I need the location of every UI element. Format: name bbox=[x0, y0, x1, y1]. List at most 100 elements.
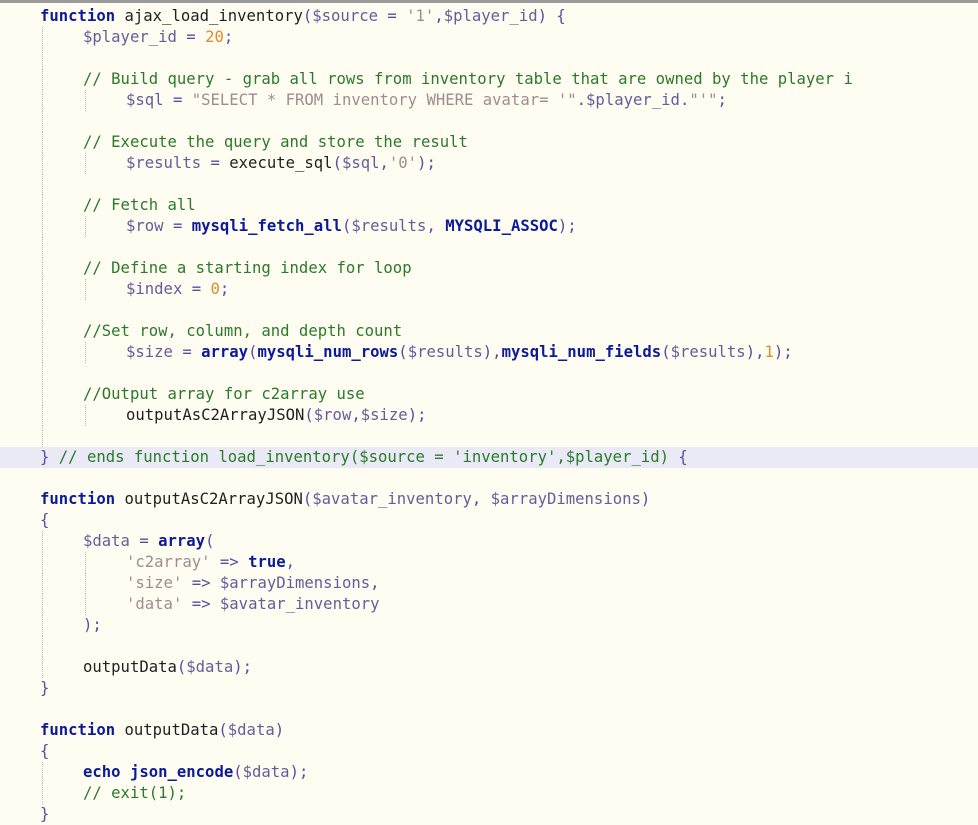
code-text: //Output array for c2array use bbox=[83, 384, 365, 405]
code-line[interactable] bbox=[0, 468, 978, 489]
indent-guide bbox=[42, 573, 43, 594]
code-line[interactable]: function outputAsC2ArrayJSON($avatar_inv… bbox=[0, 489, 978, 510]
code-token: $size bbox=[360, 406, 408, 424]
code-text: ); bbox=[83, 615, 102, 636]
indent-guide bbox=[42, 384, 43, 405]
code-line[interactable]: $index = 0; bbox=[0, 279, 978, 300]
indent-guide bbox=[42, 69, 43, 90]
code-token: ) bbox=[274, 721, 285, 739]
code-line[interactable] bbox=[0, 111, 978, 132]
code-line[interactable]: $size = array(mysqli_num_rows($results),… bbox=[0, 342, 978, 363]
indent-guide bbox=[42, 615, 43, 636]
code-token: ( bbox=[661, 343, 671, 361]
indent-guide bbox=[42, 48, 43, 69]
code-line[interactable]: function outputData($data) bbox=[0, 720, 978, 741]
code-text: { bbox=[40, 741, 49, 762]
code-text: $results = execute_sql($sql,'0'); bbox=[126, 153, 436, 174]
code-token: ( bbox=[176, 658, 187, 676]
code-text: // exit(1); bbox=[83, 783, 186, 804]
indent-guide bbox=[42, 258, 43, 279]
code-token: // Execute the query and store the resul… bbox=[83, 133, 468, 151]
code-token: array bbox=[201, 343, 249, 361]
code-token: 0 bbox=[210, 280, 220, 298]
code-line[interactable]: // Fetch all bbox=[0, 195, 978, 216]
code-line[interactable]: 'data' => $avatar_inventory bbox=[0, 594, 978, 615]
code-line[interactable] bbox=[0, 699, 978, 720]
code-editor[interactable]: function ajax_load_inventory($source = '… bbox=[0, 6, 978, 823]
code-text: $sql = "SELECT * FROM inventory WHERE av… bbox=[126, 90, 727, 111]
code-line[interactable] bbox=[0, 237, 978, 258]
indent-guide bbox=[42, 216, 43, 237]
code-text: // Execute the query and store the resul… bbox=[83, 132, 468, 153]
code-line[interactable] bbox=[0, 636, 978, 657]
code-line[interactable]: $sql = "SELECT * FROM inventory WHERE av… bbox=[0, 90, 978, 111]
code-line[interactable]: $player_id = 20; bbox=[0, 27, 978, 48]
indent-guide bbox=[42, 405, 43, 426]
code-line[interactable]: //Set row, column, and depth count bbox=[0, 321, 978, 342]
code-line[interactable]: // Execute the query and store the resul… bbox=[0, 132, 978, 153]
code-token: = bbox=[377, 7, 407, 25]
code-line[interactable]: outputAsC2ArrayJSON($row,$size); bbox=[0, 405, 978, 426]
code-token: = bbox=[163, 91, 192, 109]
indent-guide bbox=[85, 552, 86, 573]
code-token: ) { bbox=[537, 7, 566, 25]
code-token: // Fetch all bbox=[83, 196, 196, 214]
code-token: mysqli_fetch_all bbox=[191, 217, 342, 235]
code-token: $player_id bbox=[83, 28, 177, 46]
code-line[interactable]: // Build query - grab all rows from inve… bbox=[0, 69, 978, 90]
code-token: $data bbox=[227, 721, 275, 739]
code-line[interactable]: } bbox=[0, 804, 978, 825]
code-token: json_encode bbox=[129, 763, 234, 781]
code-line[interactable]: } // ends function load_inventory($sourc… bbox=[0, 447, 978, 468]
code-line[interactable]: 'c2array' => true, bbox=[0, 552, 978, 573]
indent-guide bbox=[42, 174, 43, 195]
code-line[interactable]: function ajax_load_inventory($source = '… bbox=[0, 6, 978, 27]
code-line[interactable] bbox=[0, 300, 978, 321]
code-token: } bbox=[40, 679, 50, 697]
code-line[interactable]: } bbox=[0, 678, 978, 699]
code-line[interactable] bbox=[0, 426, 978, 447]
code-line[interactable]: // Define a starting index for loop bbox=[0, 258, 978, 279]
code-token: outputAsC2ArrayJSON bbox=[115, 490, 303, 508]
code-token: $arrayDimensions bbox=[490, 490, 641, 508]
code-token: outputData bbox=[115, 721, 219, 739]
code-line[interactable]: //Output array for c2array use bbox=[0, 384, 978, 405]
code-line[interactable] bbox=[0, 174, 978, 195]
code-token: ); bbox=[407, 406, 427, 424]
code-token: ( bbox=[302, 7, 313, 25]
code-token: 'size' bbox=[126, 574, 183, 592]
code-token: $avatar_inventory bbox=[219, 595, 380, 613]
code-token: $arrayDimensions bbox=[219, 574, 371, 592]
indent-guide bbox=[42, 783, 43, 804]
indent-guide bbox=[85, 216, 86, 237]
code-token: , bbox=[351, 406, 361, 424]
code-line[interactable]: ); bbox=[0, 615, 978, 636]
code-line[interactable] bbox=[0, 48, 978, 69]
code-token: "'" bbox=[689, 91, 718, 109]
code-token: function bbox=[40, 7, 116, 25]
code-token: $data bbox=[242, 763, 290, 781]
indent-guide bbox=[42, 132, 43, 153]
code-line[interactable]: outputData($data); bbox=[0, 657, 978, 678]
code-line[interactable]: { bbox=[0, 510, 978, 531]
code-token: $avatar_inventory bbox=[312, 490, 472, 508]
code-token: ( bbox=[302, 490, 313, 508]
code-token: $row bbox=[126, 217, 164, 235]
code-line[interactable]: $data = array( bbox=[0, 531, 978, 552]
code-line[interactable]: echo json_encode($data); bbox=[0, 762, 978, 783]
code-line[interactable]: $results = execute_sql($sql,'0'); bbox=[0, 153, 978, 174]
code-line[interactable] bbox=[0, 363, 978, 384]
code-line[interactable]: // exit(1); bbox=[0, 783, 978, 804]
indent-guide bbox=[42, 195, 43, 216]
code-token: // Build query - grab all rows from inve… bbox=[83, 70, 853, 88]
code-line[interactable]: { bbox=[0, 741, 978, 762]
code-token: } bbox=[40, 448, 59, 466]
code-text: { bbox=[40, 510, 49, 531]
code-token: , bbox=[285, 553, 296, 571]
code-token: = bbox=[129, 532, 159, 550]
code-token: , bbox=[379, 154, 389, 172]
code-line[interactable]: 'size' => $arrayDimensions, bbox=[0, 573, 978, 594]
code-token: ajax_load_inventory bbox=[115, 7, 303, 25]
code-token: 'c2array' bbox=[126, 553, 211, 571]
code-line[interactable]: $row = mysqli_fetch_all($results, MYSQLI… bbox=[0, 216, 978, 237]
